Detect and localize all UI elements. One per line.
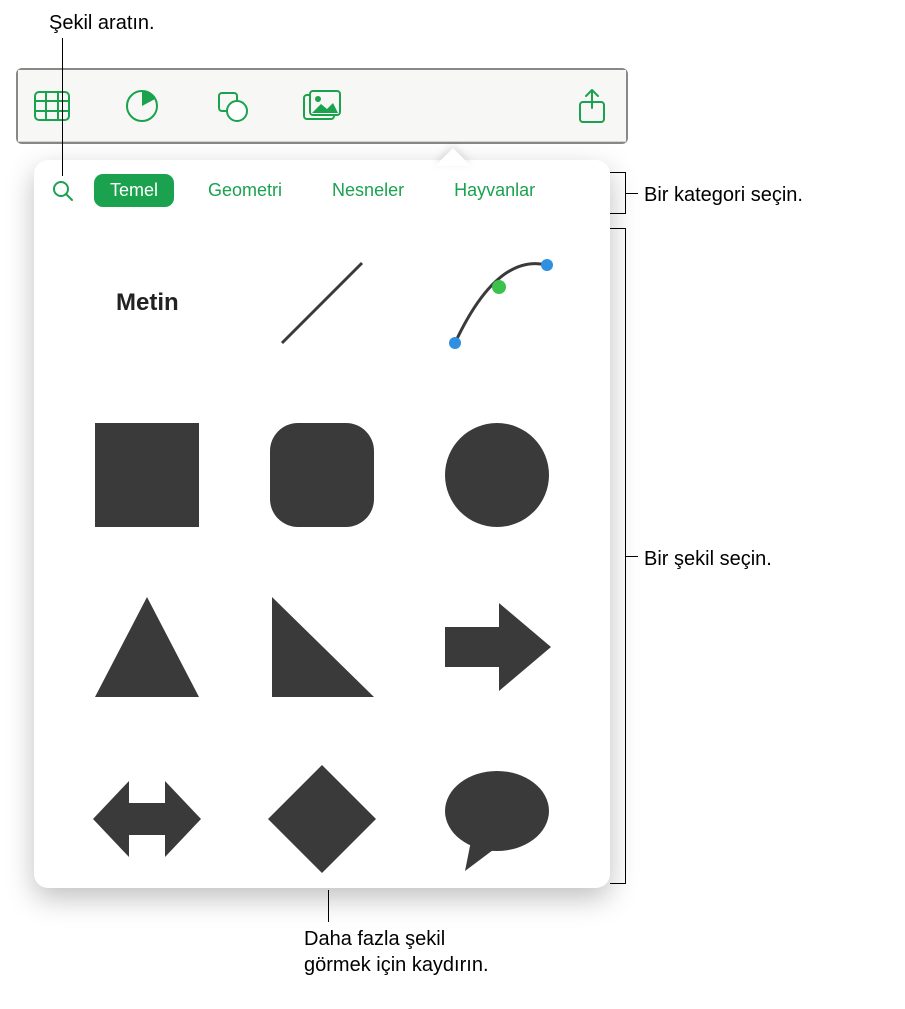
text-shape-label: Metin [116, 289, 179, 317]
share-icon [578, 88, 606, 124]
square-icon [87, 415, 207, 535]
callout-shape: Bir şekil seçin. [644, 546, 772, 572]
shapes-popover: Temel Geometri Nesneler Hayvanlar Metin [34, 160, 610, 888]
tab-objects[interactable]: Nesneler [316, 174, 420, 207]
charts-button[interactable] [122, 86, 162, 126]
callout-scroll-line2: görmek için kaydırın. [304, 954, 489, 976]
callout-category: Bir kategori seçin. [644, 182, 803, 208]
shape-text[interactable]: Metin [68, 223, 227, 383]
share-button[interactable] [572, 86, 612, 126]
shapes-icon [215, 89, 249, 123]
app-window [16, 68, 628, 144]
toolbar [18, 70, 626, 142]
shape-line[interactable] [243, 223, 402, 383]
callout-scroll-line1: Daha fazla şekil [304, 928, 445, 950]
speech-bubble-icon [437, 759, 557, 879]
arrow-right-icon [437, 587, 557, 707]
triangle-icon [87, 587, 207, 707]
tab-basic[interactable]: Temel [94, 174, 174, 207]
tab-animals[interactable]: Hayvanlar [438, 174, 551, 207]
circle-icon [437, 415, 557, 535]
shape-diamond[interactable] [243, 739, 402, 888]
rounded-square-icon [262, 415, 382, 535]
shape-arrow-right[interactable] [417, 567, 576, 727]
shape-square[interactable] [68, 395, 227, 555]
shape-double-arrow[interactable] [68, 739, 227, 888]
shapes-button[interactable] [212, 86, 252, 126]
line-icon [262, 243, 382, 363]
pie-chart-icon [125, 89, 159, 123]
shape-rounded-square[interactable] [243, 395, 402, 555]
shape-category-tabs: Temel Geometri Nesneler Hayvanlar [34, 160, 610, 217]
shape-triangle[interactable] [68, 567, 227, 727]
image-icon [303, 90, 341, 122]
shape-right-triangle[interactable] [243, 567, 402, 727]
popover-caret [435, 148, 471, 166]
tables-button[interactable] [32, 86, 72, 126]
diamond-icon [262, 759, 382, 879]
shape-curve[interactable] [417, 223, 576, 383]
shape-speech-bubble[interactable] [417, 739, 576, 888]
double-arrow-icon [87, 759, 207, 879]
search-icon [52, 180, 74, 202]
curve-icon [437, 243, 557, 363]
shapes-grid[interactable]: Metin [34, 217, 610, 888]
table-icon [34, 91, 70, 121]
tab-geometry[interactable]: Geometri [192, 174, 298, 207]
callout-search: Şekil aratın. [49, 10, 155, 36]
right-triangle-icon [262, 587, 382, 707]
callout-scroll: Daha fazla şekil görmek için kaydırın. [304, 926, 489, 978]
media-button[interactable] [302, 86, 342, 126]
shape-circle[interactable] [417, 395, 576, 555]
search-shapes-button[interactable] [50, 178, 76, 204]
